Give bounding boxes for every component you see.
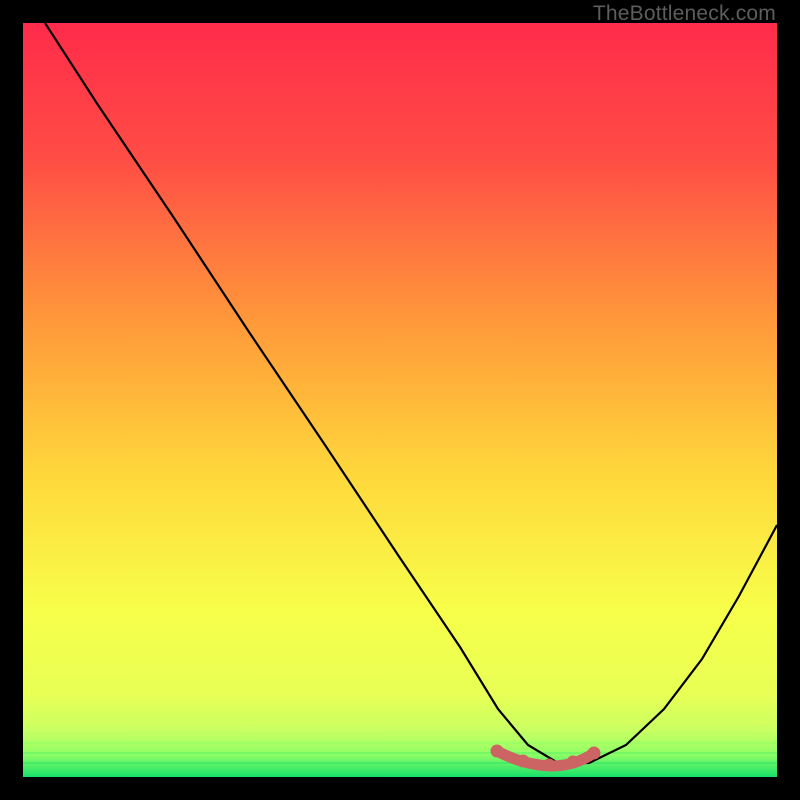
chart-frame: [23, 23, 777, 777]
gradient-background: [23, 23, 777, 777]
watermark-text: TheBottleneck.com: [593, 2, 776, 26]
bottleneck-chart: [23, 23, 777, 777]
